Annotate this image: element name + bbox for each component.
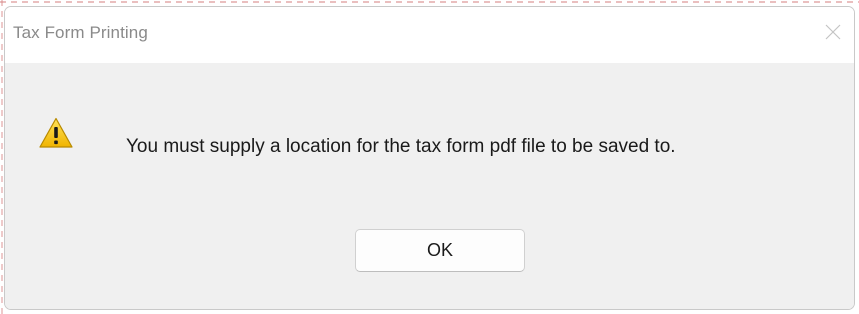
dialog-message: You must supply a location for the tax f… [126, 136, 676, 157]
message-dialog: Tax Form Printing You must supply a loca… [4, 6, 855, 310]
background-dotted-line-left [1, 0, 3, 314]
dialog-title: Tax Form Printing [13, 23, 148, 42]
close-button[interactable] [808, 7, 854, 57]
background-dotted-line-top [0, 1, 859, 3]
dialog-content: You must supply a location for the tax f… [5, 63, 854, 194]
close-icon [825, 24, 841, 40]
dialog-footer: OK [5, 194, 854, 309]
dialog-titlebar[interactable]: Tax Form Printing [5, 7, 854, 63]
warning-icon [39, 117, 73, 148]
ok-button[interactable]: OK [355, 229, 525, 272]
